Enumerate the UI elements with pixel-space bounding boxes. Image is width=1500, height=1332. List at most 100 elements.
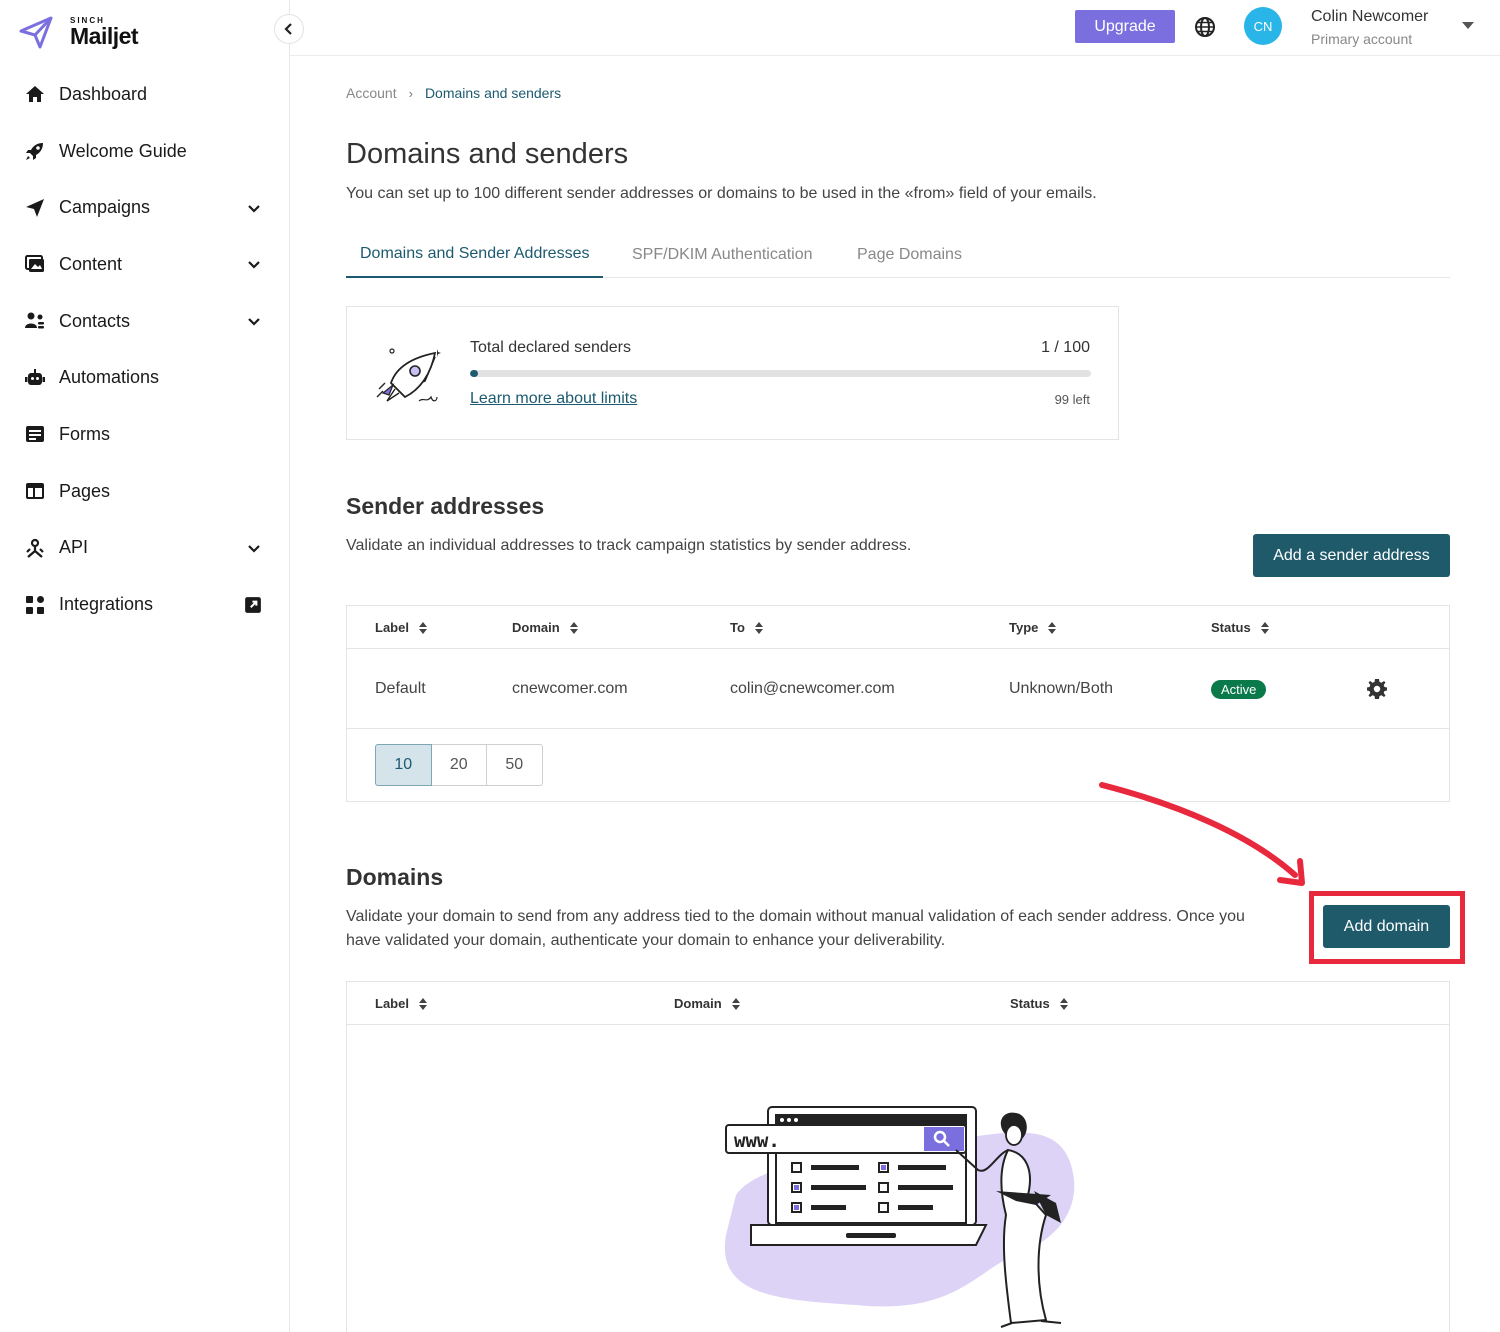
sidebar-item-pages[interactable]: Pages [0, 463, 290, 520]
page-size-10-button[interactable]: 10 [375, 744, 432, 786]
column-header-text: Domain [512, 620, 560, 635]
sender-limits-card: Total declared senders 1 / 100 Learn mor… [346, 306, 1119, 440]
column-header-text: Status [1211, 620, 1251, 635]
sort-icon[interactable] [1059, 997, 1068, 1010]
users-icon [24, 310, 46, 332]
sidebar-item-integrations[interactable]: Integrations [0, 576, 290, 633]
robot-icon [24, 367, 46, 389]
limits-count: 1 / 100 [1041, 339, 1090, 356]
chevron-down-icon[interactable] [246, 540, 262, 556]
column-header-status[interactable]: Status [1010, 982, 1068, 1025]
illustration-www-text: www. [734, 1130, 780, 1152]
column-header-label[interactable]: Label [375, 982, 427, 1025]
sidebar-item-label: Automations [59, 367, 160, 388]
column-header-text: Domain [674, 996, 722, 1011]
column-header-status[interactable]: Status [1211, 606, 1269, 649]
cell-to: colin@cnewcomer.com [730, 680, 895, 697]
sidebar-item-label: Content [59, 253, 123, 274]
sidebar-item-welcome-guide[interactable]: Welcome Guide [0, 123, 290, 180]
sidebar: SINCH Mailjet Dashboard Welcome Guide Ca… [0, 0, 290, 1332]
column-header-label[interactable]: Label [375, 606, 427, 649]
column-header-text: Label [375, 996, 409, 1011]
avatar[interactable]: CN [1244, 7, 1282, 45]
sidebar-item-api[interactable]: API [0, 520, 290, 577]
sidebar-item-contacts[interactable]: Contacts [0, 293, 290, 350]
sidebar-item-label: API [59, 537, 89, 558]
sort-icon[interactable] [731, 997, 740, 1010]
column-header-domain[interactable]: Domain [674, 982, 740, 1025]
table-row: Default cnewcomer.com colin@cnewcomer.co… [347, 649, 1449, 729]
sort-icon[interactable] [1048, 621, 1057, 634]
page-size-50-button[interactable]: 50 [486, 744, 543, 786]
sort-icon[interactable] [418, 997, 427, 1010]
chevron-right-icon: › [408, 85, 413, 101]
tab-spf-dkim-authentication[interactable]: SPF/DKIM Authentication [632, 232, 813, 278]
empty-domains-illustration: www. [724, 1106, 1075, 1328]
sort-icon[interactable] [1260, 621, 1269, 634]
sidebar-item-dashboard[interactable]: Dashboard [0, 66, 290, 123]
breadcrumb-current: Domains and senders [424, 85, 562, 101]
sidebar-item-forms[interactable]: Forms [0, 406, 290, 463]
sidebar-nav: Dashboard Welcome Guide Campaigns Conten… [0, 66, 290, 633]
limits-progress-fill [470, 370, 479, 377]
sidebar-item-label: Dashboard [59, 83, 148, 104]
table-header: Label Domain To Type Status [347, 606, 1449, 649]
add-sender-address-button[interactable]: Add a sender address [1253, 534, 1450, 577]
sidebar-item-label: Contacts [59, 310, 131, 331]
user-account-type: Primary account [1311, 31, 1413, 47]
chevron-down-icon[interactable] [246, 200, 262, 216]
mailjet-logo[interactable]: SINCH Mailjet [18, 14, 139, 50]
paper-plane-icon [24, 197, 46, 219]
page-title: Domains and senders [346, 138, 629, 170]
column-header-text: To [730, 620, 745, 635]
tab-page-domains[interactable]: Page Domains [857, 232, 962, 278]
home-icon [24, 83, 46, 105]
user-name[interactable]: Colin Newcomer [1311, 8, 1428, 26]
rocket-icon [24, 140, 46, 162]
gear-icon[interactable] [1367, 679, 1387, 699]
breadcrumb-account-link[interactable]: Account [346, 85, 397, 101]
learn-more-limits-link[interactable]: Learn more about limits [470, 390, 637, 408]
upgrade-button[interactable]: Upgrade [1075, 10, 1175, 43]
sender-addresses-description: Validate an individual addresses to trac… [346, 537, 912, 554]
sender-addresses-title: Sender addresses [346, 493, 545, 519]
sidebar-item-label: Pages [59, 480, 111, 501]
page-size-selector: 10 20 50 [375, 744, 543, 786]
chevron-down-icon[interactable] [246, 313, 262, 329]
sort-icon[interactable] [754, 621, 763, 634]
limits-remaining: 99 left [1054, 392, 1090, 407]
sort-icon[interactable] [569, 621, 578, 634]
column-header-domain[interactable]: Domain [512, 606, 578, 649]
image-gallery-icon [24, 253, 46, 275]
sort-icon[interactable] [418, 621, 427, 634]
collapse-sidebar-button[interactable] [274, 14, 304, 44]
page-description: You can set up to 100 different sender a… [346, 185, 1097, 202]
chevron-down-icon[interactable] [246, 256, 262, 272]
top-bar: Upgrade CN Colin Newcomer Primary accoun… [290, 0, 1500, 56]
limits-progress-bar [470, 370, 1091, 377]
sidebar-item-label: Integrations [59, 594, 154, 615]
annotation-highlight-box [1309, 891, 1465, 964]
domains-title: Domains [346, 864, 444, 890]
page-size-20-button[interactable]: 20 [430, 744, 487, 786]
column-header-to[interactable]: To [730, 606, 763, 649]
sidebar-item-label: Forms [59, 423, 110, 444]
account-menu-caret-icon[interactable] [1462, 22, 1474, 29]
api-icon [24, 537, 46, 559]
breadcrumb: Account › Domains and senders [346, 85, 561, 101]
sidebar-item-campaigns[interactable]: Campaigns [0, 179, 290, 236]
status-badge: Active [1211, 679, 1267, 699]
sidebar-item-content[interactable]: Content [0, 236, 290, 293]
globe-icon[interactable] [1194, 16, 1216, 38]
sidebar-item-label: Welcome Guide [59, 140, 187, 161]
domains-description: Validate your domain to send from any ad… [346, 908, 1245, 949]
rocket-illustration-icon [376, 348, 441, 402]
sidebar-item-automations[interactable]: Automations [0, 349, 290, 406]
cell-type: Unknown/Both [1009, 680, 1114, 697]
pagination: 10 20 50 [347, 729, 1449, 801]
logo-name-text: Mailjet [70, 22, 139, 49]
external-link-icon[interactable] [244, 596, 262, 614]
layout-icon [24, 480, 46, 502]
column-header-type[interactable]: Type [1009, 606, 1057, 649]
tab-domains-and-sender-addresses[interactable]: Domains and Sender Addresses [346, 232, 604, 278]
